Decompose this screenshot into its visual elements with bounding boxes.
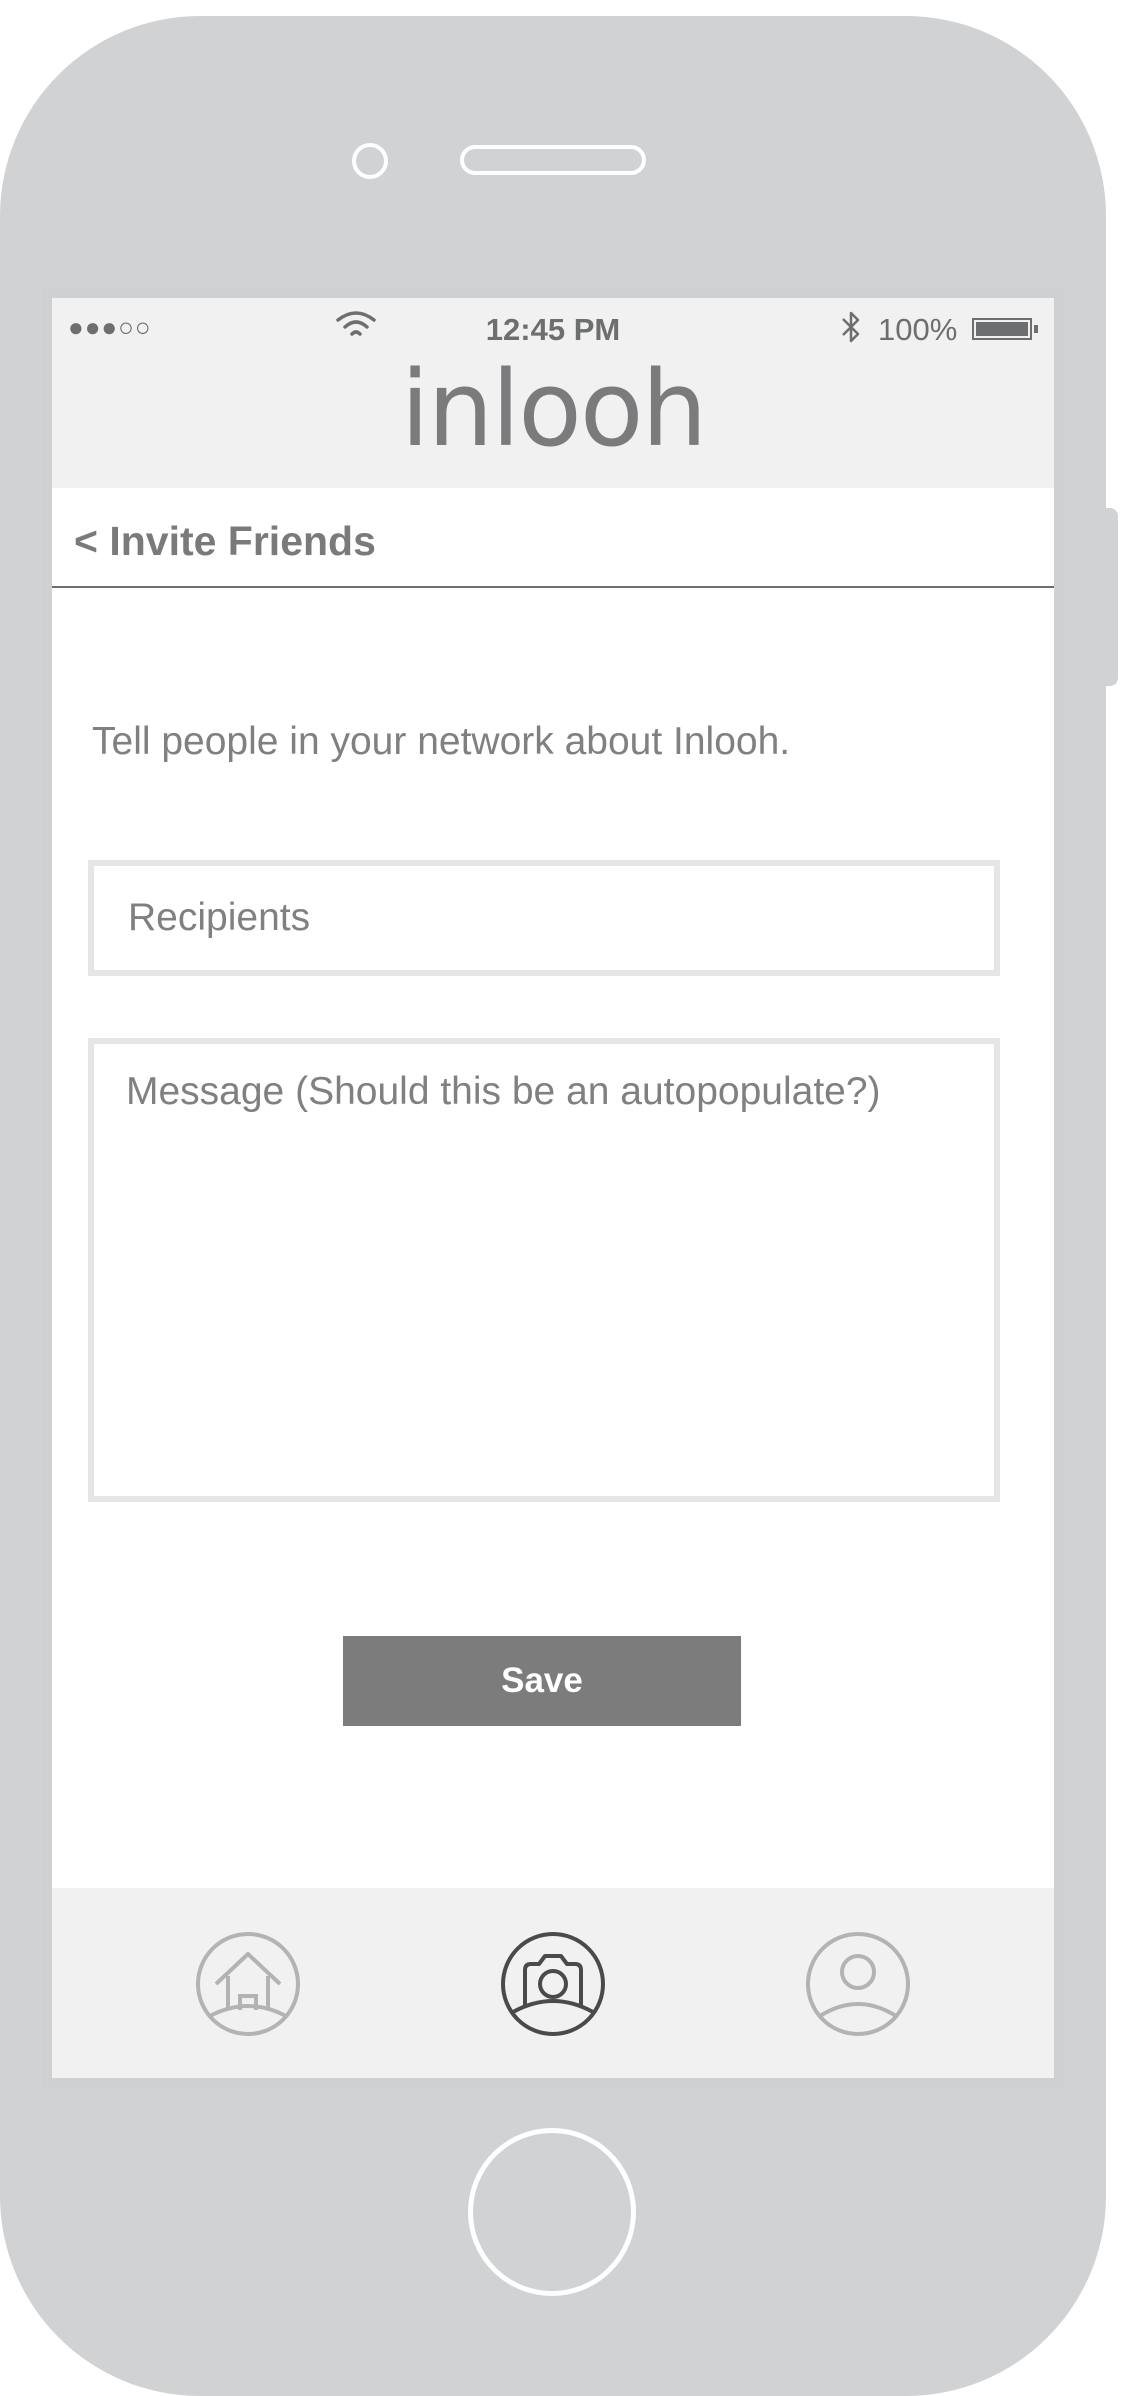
side-button	[1104, 508, 1118, 686]
app-logo: inlooh	[400, 348, 708, 470]
bluetooth-icon	[842, 311, 860, 343]
header-area: ●●●○○ 12:45 PM 100% inlooh	[52, 298, 1054, 488]
intro-text: Tell people in your network about Inlooh…	[92, 720, 791, 763]
tab-home[interactable]	[194, 1930, 302, 2038]
nav-bar: < Invite Friends	[52, 488, 1054, 588]
battery-icon	[972, 318, 1032, 340]
back-button[interactable]: < Invite Friends	[74, 518, 376, 565]
save-button[interactable]: Save	[343, 1636, 741, 1726]
speaker-grille	[460, 145, 646, 175]
home-icon	[196, 1932, 300, 2036]
tab-camera[interactable]	[499, 1930, 607, 2038]
tab-profile[interactable]	[804, 1930, 912, 2038]
battery-nub	[1034, 325, 1038, 333]
home-button[interactable]	[468, 2128, 636, 2296]
front-camera	[352, 143, 388, 179]
battery-percentage: 100%	[878, 312, 958, 347]
message-input[interactable]	[88, 1038, 1000, 1502]
camera-icon	[501, 1932, 605, 2036]
profile-icon	[806, 1932, 910, 2036]
recipients-input[interactable]	[88, 860, 1000, 976]
screen: ●●●○○ 12:45 PM 100% inlooh < Invite Frie…	[42, 288, 1064, 2088]
tab-bar	[52, 1888, 1054, 2078]
